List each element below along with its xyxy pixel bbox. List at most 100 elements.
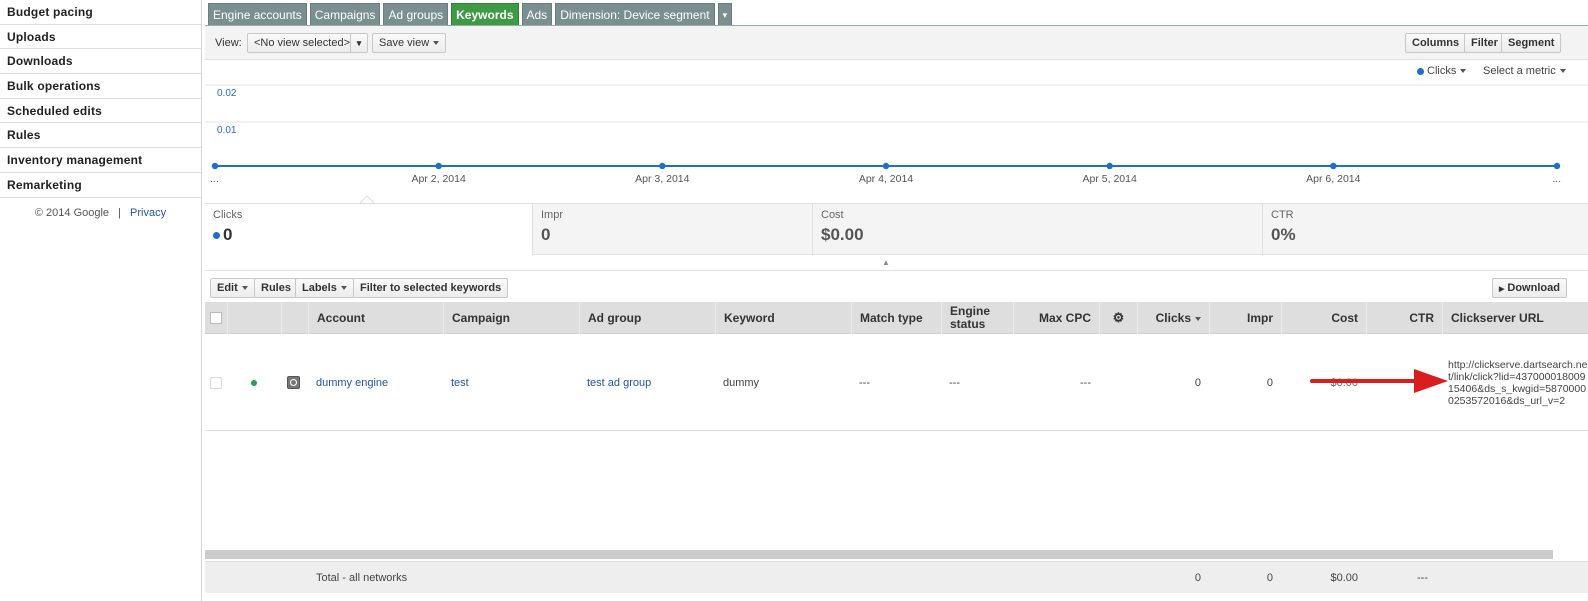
- column-header-ctr[interactable]: CTR: [1366, 302, 1442, 334]
- x-tick-label: ...: [210, 173, 219, 185]
- sidebar-item-budget-pacing[interactable]: Budget pacing: [0, 0, 201, 25]
- view-dropdown-button[interactable]: ▾: [350, 33, 368, 53]
- sidebar-footer: © 2014 Google | Privacy: [0, 207, 201, 219]
- engine-type-icon: [287, 376, 300, 389]
- x-tick-label: Apr 5, 2014: [1083, 173, 1137, 185]
- play-icon: ▶: [1499, 286, 1505, 293]
- collapse-chart-icon[interactable]: ▲: [882, 258, 890, 267]
- summary-clicks[interactable]: Clicks 0: [205, 204, 532, 256]
- select-all-checkbox[interactable]: [205, 302, 227, 334]
- cell-keyword[interactable]: dummy: [715, 334, 851, 431]
- sidebar-item-downloads[interactable]: Downloads: [0, 49, 201, 75]
- column-header-campaign[interactable]: Campaign: [443, 302, 579, 334]
- view-select[interactable]: <No view selected>: [247, 33, 357, 53]
- footer-separator: |: [118, 206, 121, 219]
- tab-engine-accounts[interactable]: Engine accounts: [208, 3, 307, 26]
- chevron-down-icon: [433, 41, 440, 46]
- column-header-impr[interactable]: Impr: [1209, 302, 1281, 334]
- total-cost: $0.00: [1330, 572, 1358, 584]
- tab-dimension-device-segment[interactable]: Dimension: Device segment: [555, 3, 715, 26]
- summary-cost[interactable]: Cost $0.00: [812, 204, 1262, 256]
- chevron-down-icon: [241, 286, 248, 291]
- labels-button[interactable]: Labels: [295, 278, 354, 298]
- x-tick-label: Apr 3, 2014: [635, 173, 689, 185]
- tab-campaigns[interactable]: Campaigns: [309, 3, 381, 26]
- chart-pointer: [359, 195, 375, 203]
- privacy-link[interactable]: Privacy: [130, 207, 166, 219]
- summary-value: $0.00: [821, 225, 864, 244]
- filter-selected-keywords-button[interactable]: Filter to selected keywords: [353, 278, 509, 298]
- summary-label: Clicks: [213, 209, 243, 221]
- summary-impr[interactable]: Impr 0: [532, 204, 812, 256]
- cell-max-cpc[interactable]: ---: [1013, 334, 1099, 431]
- edit-button[interactable]: Edit: [210, 278, 255, 298]
- tab-keywords[interactable]: Keywords: [451, 3, 519, 26]
- performance-chart: Clicks Select a metric 0.02 0.01... Apr 2,…: [205, 60, 1588, 203]
- column-header-cost[interactable]: Cost: [1281, 302, 1366, 334]
- column-header-match-type[interactable]: Match type: [851, 302, 941, 334]
- tab-bar: Engine accounts Campaigns Ad groups Keyw…: [208, 3, 733, 26]
- copyright-text: © 2014 Google: [34, 206, 110, 219]
- data-point[interactable]: [211, 162, 219, 170]
- filter-button[interactable]: Filter: [1464, 33, 1505, 53]
- data-point[interactable]: [1330, 162, 1337, 170]
- sidebar: Budget pacing Uploads Downloads Bulk ope…: [0, 0, 202, 601]
- view-toolbar: View: <No view selected> ▾ Save view Col…: [205, 26, 1588, 60]
- horizontal-scrollbar[interactable]: [205, 550, 1553, 559]
- x-tick-label: Apr 4, 2014: [859, 173, 913, 185]
- data-point[interactable]: [435, 162, 442, 170]
- column-header-clickserver-url[interactable]: Clickserver URL: [1442, 302, 1588, 334]
- clicks-header-label: Clicks: [1155, 311, 1191, 325]
- data-point[interactable]: [1106, 162, 1113, 170]
- campaign-link[interactable]: test: [451, 377, 469, 389]
- rules-button[interactable]: Rules: [254, 278, 298, 298]
- total-clicks: 0: [1194, 572, 1201, 584]
- cell-account: dummy engine: [308, 334, 443, 431]
- sidebar-item-rules[interactable]: Rules: [0, 123, 201, 149]
- gear-icon[interactable]: ⚙: [1099, 302, 1137, 334]
- x-tick-label: Apr 2, 2014: [412, 173, 466, 185]
- labels-label: Labels: [302, 282, 337, 294]
- status-cell: [227, 334, 281, 431]
- total-label: Total - all networks: [316, 572, 408, 584]
- sidebar-item-remarketing[interactable]: Remarketing: [0, 173, 201, 198]
- x-tick-label: Apr 6, 2014: [1306, 173, 1360, 185]
- data-point[interactable]: [1553, 162, 1561, 170]
- column-header-ad-group[interactable]: Ad group: [579, 302, 715, 334]
- save-view-button[interactable]: Save view: [372, 33, 447, 53]
- sidebar-item-uploads[interactable]: Uploads: [0, 25, 201, 50]
- cell-engine-status: ---: [949, 376, 960, 389]
- data-point[interactable]: [659, 162, 666, 170]
- sidebar-item-inventory-management[interactable]: Inventory management: [0, 148, 201, 173]
- cell-campaign: test: [443, 334, 579, 431]
- column-header-max-cpc[interactable]: Max CPC: [1013, 302, 1099, 334]
- summary-label: CTR: [1271, 209, 1294, 221]
- sidebar-item-scheduled-edits[interactable]: Scheduled edits: [0, 99, 201, 124]
- x-tick-label: ...: [1552, 173, 1561, 185]
- summary-value: 0: [223, 225, 233, 244]
- tab-more-dropdown[interactable]: ▾: [717, 3, 733, 26]
- column-header-keyword[interactable]: Keyword: [715, 302, 851, 334]
- tab-ad-groups[interactable]: Ad groups: [383, 3, 449, 26]
- row-checkbox[interactable]: [205, 334, 227, 431]
- summary-ctr[interactable]: CTR 0%: [1262, 204, 1588, 256]
- ad-group-link[interactable]: test ad group: [587, 377, 651, 389]
- table-toolbar: Edit Rules Labels Filter to selected key…: [205, 270, 1588, 302]
- segment-button[interactable]: Segment: [1501, 33, 1562, 53]
- column-header-engine-status[interactable]: Engine status: [941, 302, 1013, 334]
- column-header-account[interactable]: Account: [308, 302, 443, 334]
- download-button[interactable]: ▶ Download: [1492, 278, 1567, 298]
- sidebar-item-bulk-operations[interactable]: Bulk operations: [0, 74, 201, 99]
- data-point[interactable]: [882, 162, 890, 170]
- engine-type-cell: [281, 334, 308, 431]
- y-tick-label: 0.01: [217, 125, 237, 136]
- account-link[interactable]: dummy engine: [316, 377, 388, 389]
- tab-ads[interactable]: Ads: [521, 3, 553, 26]
- table-header: Account Campaign Ad group Keyword Match …: [205, 302, 1588, 334]
- columns-button[interactable]: Columns: [1405, 33, 1467, 53]
- column-header-clicks[interactable]: Clicks: [1137, 302, 1209, 334]
- cell-impr: 0: [1266, 376, 1273, 389]
- summary-label: Cost: [821, 209, 844, 221]
- cell-match-type[interactable]: ---: [851, 334, 941, 431]
- chart-svg: 0.02 0.01... Apr 2, 2014 Apr 3, 2014 Apr 4, …: [205, 84, 1588, 203]
